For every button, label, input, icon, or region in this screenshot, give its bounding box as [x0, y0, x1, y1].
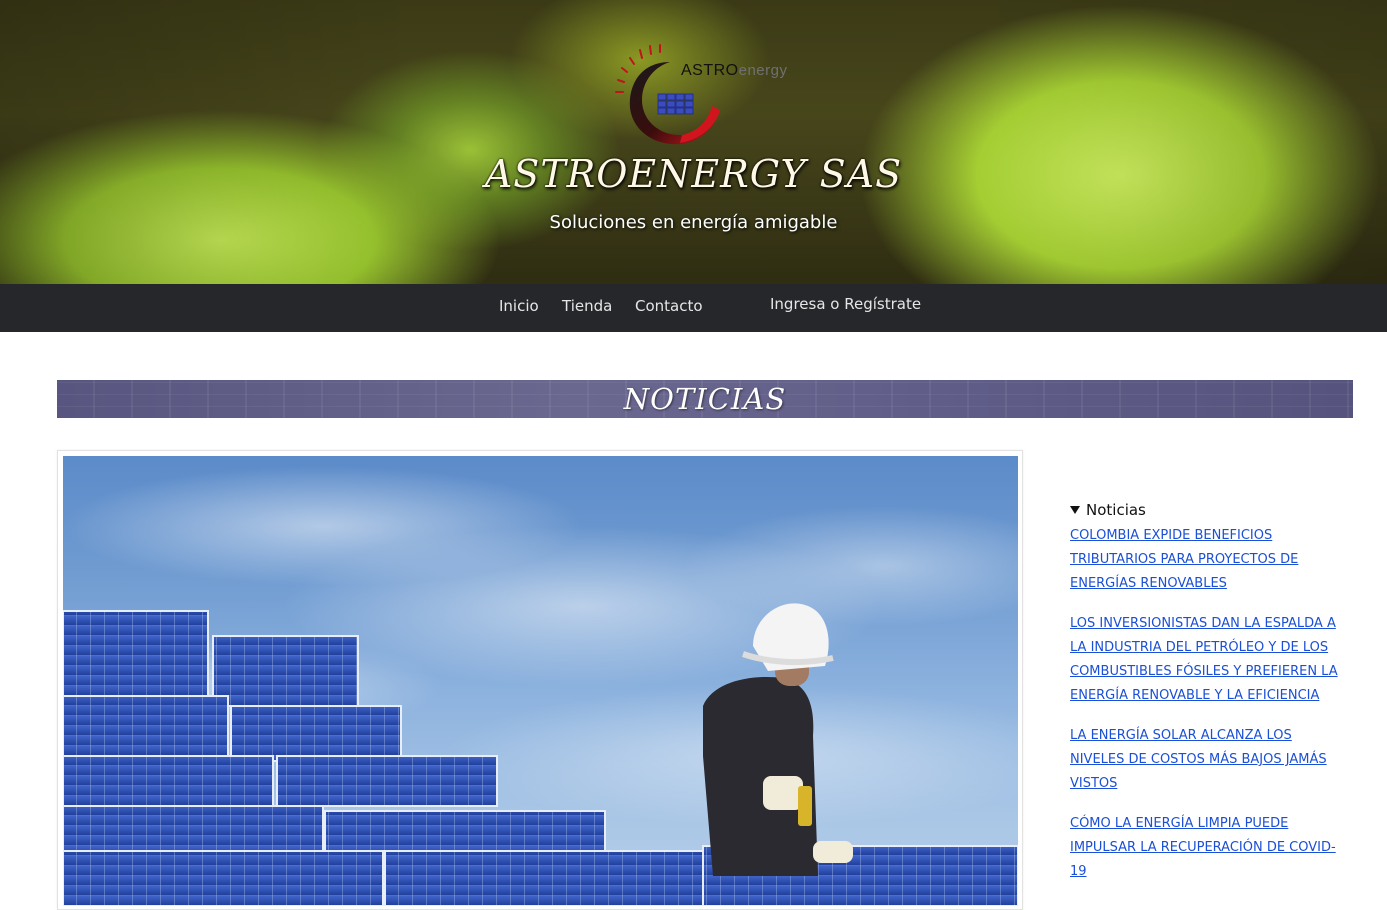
list-item: COLOMBIA EXPIDE BENEFICIOS TRIBUTARIOS P… [1070, 524, 1338, 596]
news-link[interactable]: LOS INVERSIONISTAS DAN LA ESPALDA A LA I… [1070, 616, 1338, 703]
news-list: COLOMBIA EXPIDE BENEFICIOS TRIBUTARIOS P… [1070, 524, 1338, 900]
nav-item-contacto[interactable]: Contacto [635, 297, 703, 315]
hero-header: ASTROenergy ASTROENERGY SAS Soluciones e… [0, 0, 1387, 284]
section-title: NOTICIAS [623, 382, 787, 416]
news-link[interactable]: CÓMO LA ENERGÍA LIMPIA PUEDE IMPULSAR LA… [1070, 816, 1336, 879]
site-logo[interactable]: ASTROenergy [600, 36, 810, 152]
nav-item-tienda[interactable]: Tienda [562, 297, 612, 315]
main-navigation: Inicio Tienda Contacto Ingresa o Regístr… [0, 284, 1387, 332]
site-tagline: Soluciones en energía amigable [549, 212, 838, 233]
news-widget-title: Noticias [1086, 501, 1146, 519]
logo-wordmark: ASTROenergy [681, 62, 788, 79]
news-widget-toggle[interactable]: Noticias [1070, 501, 1146, 519]
site-title[interactable]: ASTROENERGY SAS [0, 152, 1387, 196]
list-item: LA ENERGÍA SOLAR ALCANZA LOS NIVELES DE … [1070, 724, 1338, 796]
featured-post-card[interactable] [57, 450, 1023, 910]
triangle-down-icon [1070, 506, 1080, 514]
list-item: LOS INVERSIONISTAS DAN LA ESPALDA A LA I… [1070, 612, 1338, 708]
section-banner: NOTICIAS [57, 380, 1353, 418]
login-register-link[interactable]: Ingresa o Regístrate [770, 295, 921, 313]
logo-emblem-icon [615, 44, 720, 145]
list-item: CÓMO LA ENERGÍA LIMPIA PUEDE IMPULSAR LA… [1070, 812, 1338, 884]
solar-worker-photo [63, 466, 1018, 906]
news-link[interactable]: LA ENERGÍA SOLAR ALCANZA LOS NIVELES DE … [1070, 728, 1327, 791]
nav-item-inicio[interactable]: Inicio [499, 297, 539, 315]
news-link[interactable]: COLOMBIA EXPIDE BENEFICIOS TRIBUTARIOS P… [1070, 528, 1298, 591]
featured-post-image[interactable] [63, 456, 1018, 906]
